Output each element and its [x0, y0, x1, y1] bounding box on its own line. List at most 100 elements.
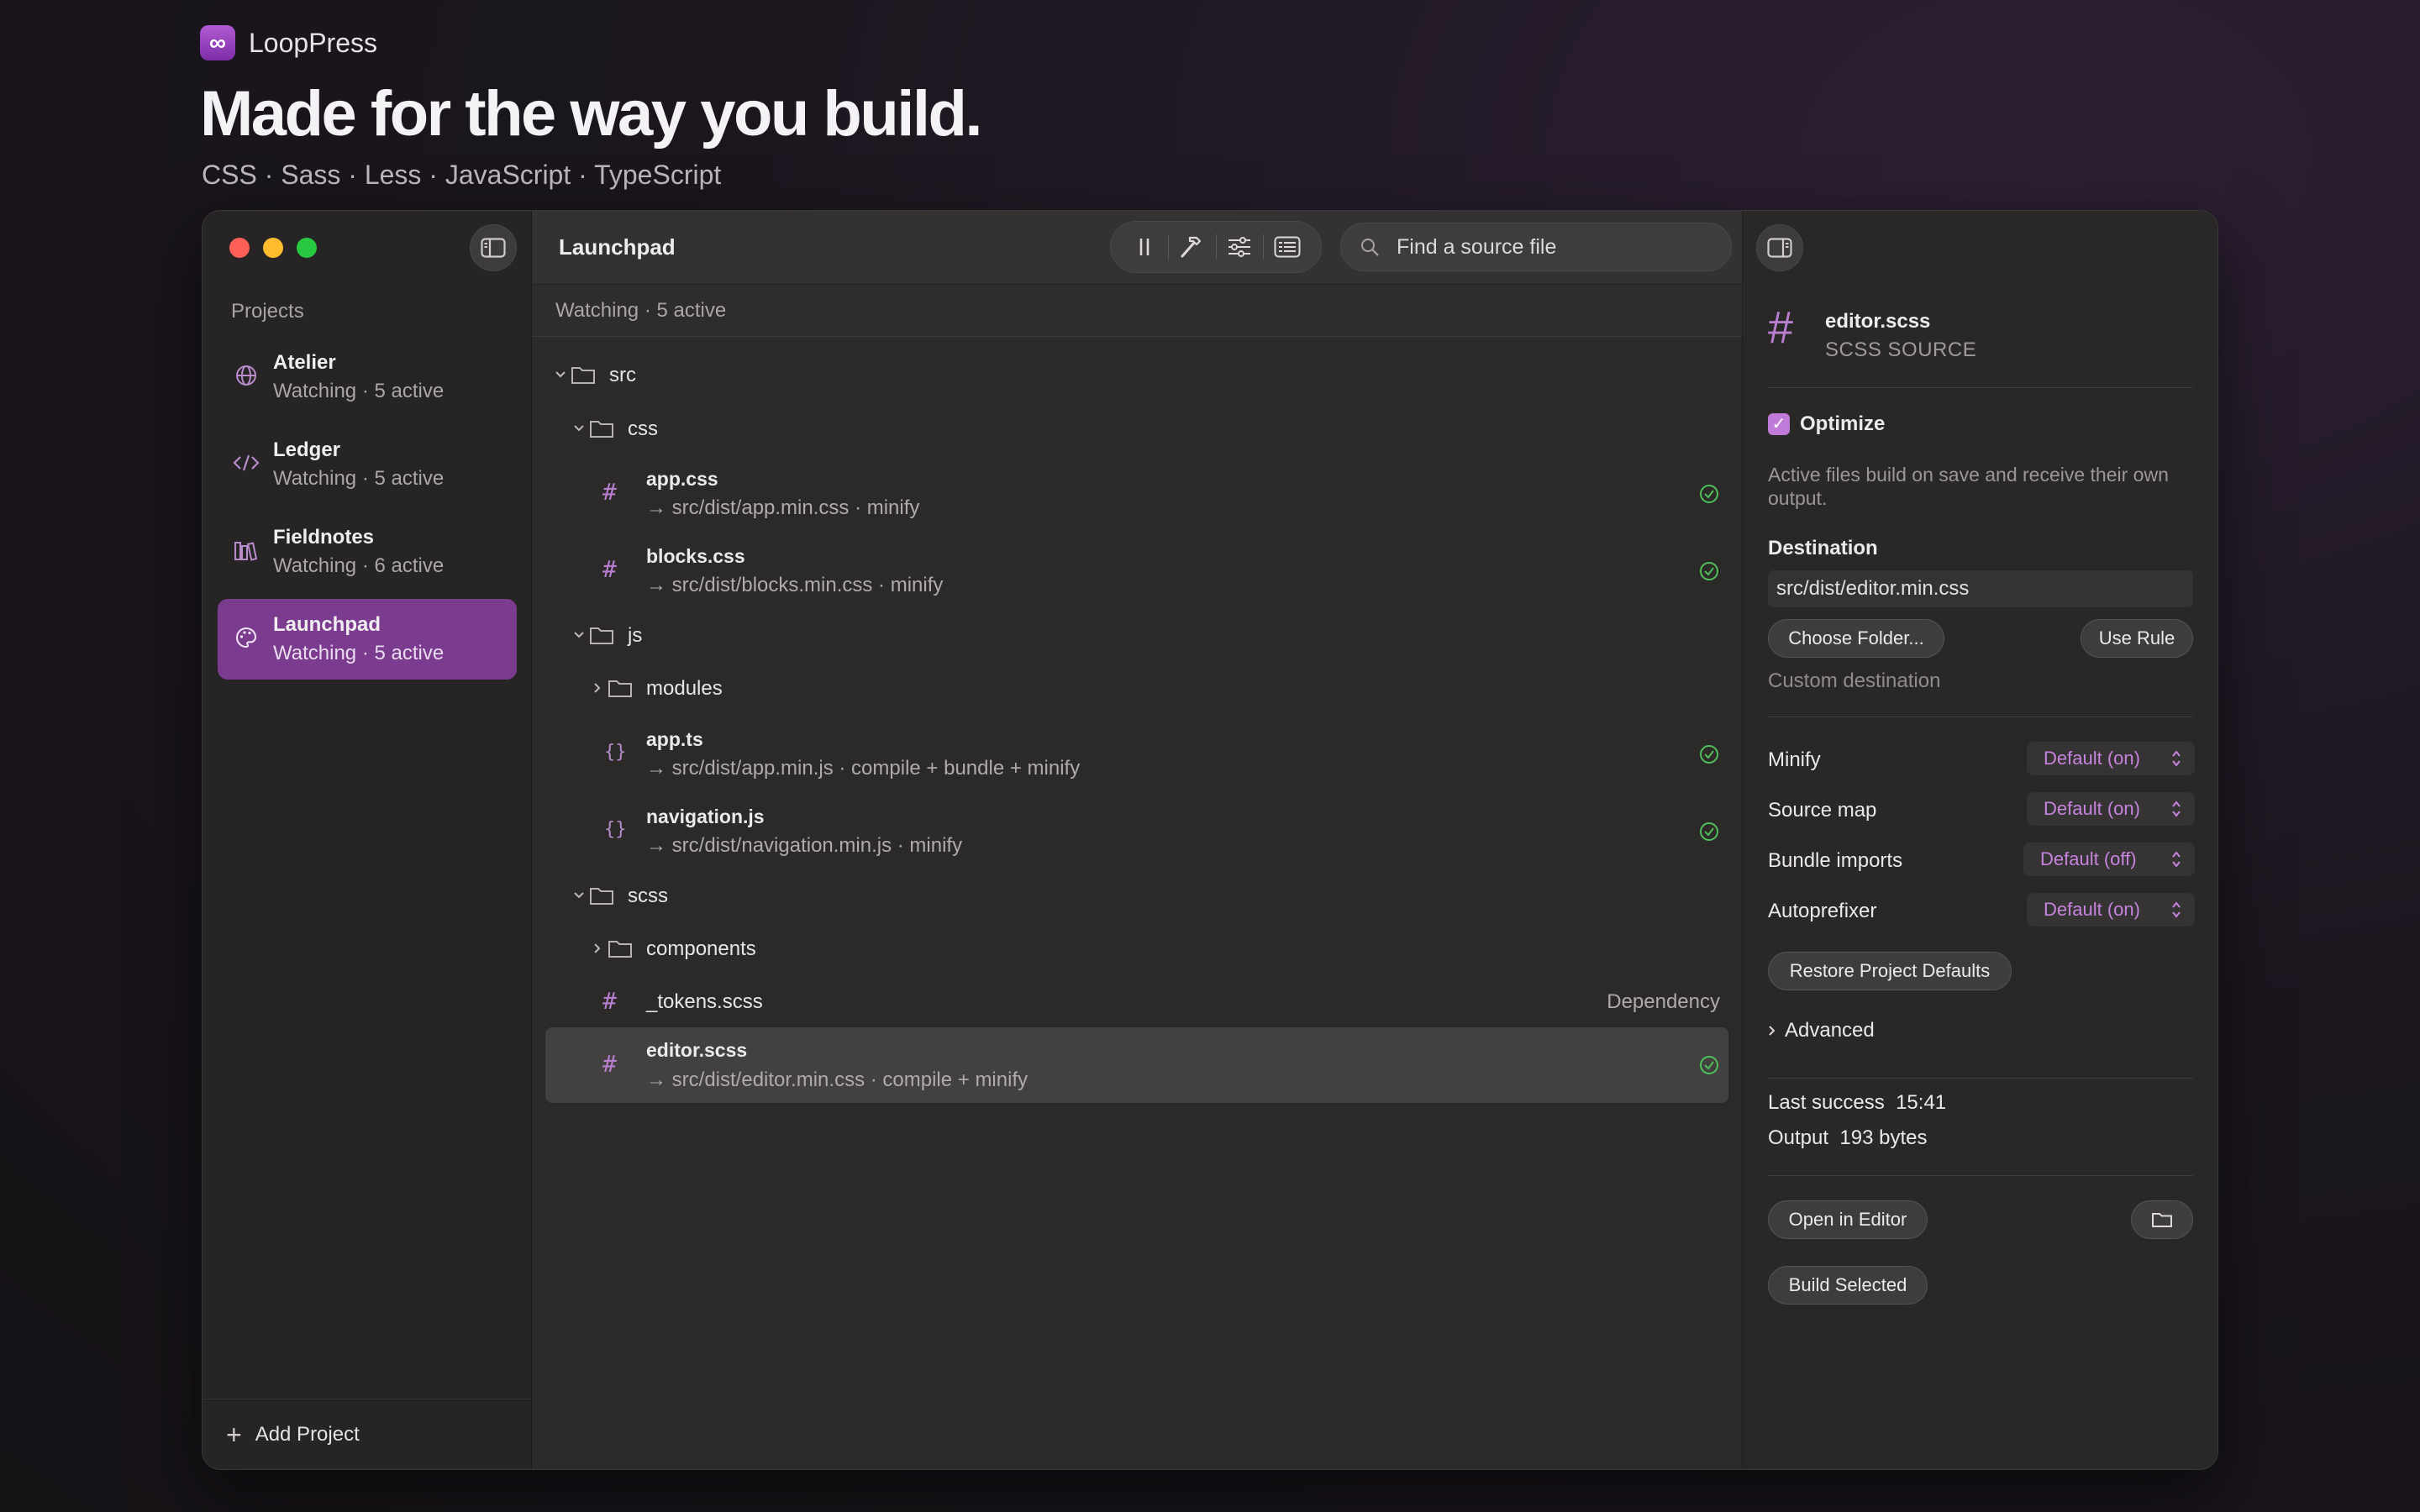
chevron-down-icon[interactable]: [571, 887, 587, 904]
tree-file-app-css[interactable]: # app.css → src/dist/app.min.css · minif…: [545, 461, 1728, 525]
autoprefixer-select[interactable]: Default (on): [2027, 893, 2195, 927]
hash-icon: #: [602, 1050, 617, 1078]
palette-icon: [233, 624, 260, 651]
advanced-disclosure[interactable]: Advanced: [1768, 1019, 1875, 1042]
chevron-down-icon[interactable]: [552, 366, 569, 383]
tree-folder-modules[interactable]: modules: [545, 672, 1728, 704]
chevron-down-icon[interactable]: [571, 420, 587, 437]
project-status: Watching · 5 active: [273, 467, 445, 490]
hero-subtitle: CSS · Sass · Less · JavaScript · TypeScr…: [202, 160, 722, 190]
optimize-checkbox[interactable]: ✓: [1768, 413, 1790, 435]
project-name: Ledger: [273, 438, 341, 461]
source-map-select[interactable]: Default (on): [2027, 792, 2195, 826]
file-output: → src/dist/app.min.css · minify: [646, 496, 920, 519]
chevron-right-icon[interactable]: [589, 680, 606, 696]
search-field[interactable]: [1340, 223, 1732, 271]
sidebar-right-icon: [1767, 238, 1792, 258]
file-name: editor.scss: [646, 1039, 748, 1061]
project-name: Atelier: [273, 351, 336, 374]
file-name: app.ts: [646, 728, 703, 750]
chevron-updown-icon: [2172, 801, 2181, 817]
sidebar-item-launchpad[interactable]: Launchpad Watching · 5 active: [218, 599, 517, 680]
file-output: → src/dist/app.min.js · compile + bundle…: [646, 757, 1081, 780]
brand-name: LoopPress: [249, 27, 377, 58]
folder-icon: [590, 627, 613, 644]
tree-folder-src[interactable]: src: [545, 359, 1728, 391]
braces-icon: {}: [604, 819, 627, 840]
minimize-window-button[interactable]: [263, 238, 283, 258]
close-window-button[interactable]: [229, 238, 250, 258]
tree-folder-css[interactable]: css: [545, 412, 1728, 444]
success-check-icon: [1700, 485, 1718, 503]
scss-file-icon: #: [1768, 302, 1794, 353]
toggle-sidebar-button[interactable]: [470, 224, 517, 271]
window-controls: [229, 238, 317, 258]
pause-icon: [1139, 239, 1150, 255]
search-icon: [1361, 239, 1379, 256]
hammer-icon: [1181, 236, 1201, 258]
bundle-imports-select[interactable]: Default (off): [2023, 843, 2195, 876]
tree-folder-js[interactable]: js: [545, 619, 1728, 651]
file-output: → src/dist/editor.min.css · compile + mi…: [646, 1068, 1028, 1091]
source-map-label: Source map: [1768, 799, 1877, 822]
optimize-toggle[interactable]: ✓ Optimize: [1768, 412, 1885, 436]
add-project-button[interactable]: + Add Project: [203, 1399, 531, 1469]
folder-name: css: [628, 417, 658, 440]
plus-icon: +: [226, 1419, 242, 1450]
choose-folder-button[interactable]: Choose Folder...: [1768, 619, 1944, 658]
file-name: app.css: [646, 468, 718, 490]
zoom-window-button[interactable]: [297, 238, 317, 258]
chevron-right-icon[interactable]: [589, 940, 606, 957]
open-in-editor-button[interactable]: Open in Editor: [1768, 1200, 1928, 1239]
inspector-panel: # editor.scss SCSS SOURCE ✓ Optimize Act…: [1742, 211, 2217, 1469]
last-success-label: Last success: [1768, 1091, 1885, 1114]
watch-status: Watching · 5 active: [532, 285, 1742, 337]
autoprefixer-value: Default (on): [2044, 899, 2140, 920]
bundle-imports-value: Default (off): [2040, 848, 2137, 869]
optimize-label: Optimize: [1800, 412, 1886, 435]
log-button[interactable]: [1264, 226, 1311, 268]
output-value: 193 bytes: [1839, 1126, 1928, 1149]
pause-button[interactable]: [1121, 226, 1168, 268]
build-button[interactable]: [1169, 226, 1216, 268]
tree-file-navigation-js[interactable]: {} navigation.js → src/dist/navigation.m…: [545, 799, 1728, 863]
project-status: Watching · 6 active: [273, 554, 445, 577]
sidebar-left-icon: [481, 238, 506, 258]
sidebar-item-fieldnotes[interactable]: Fieldnotes Watching · 6 active: [218, 512, 517, 592]
sidebar-item-ledger[interactable]: Ledger Watching · 5 active: [218, 424, 517, 505]
tree-file-app-ts[interactable]: {} app.ts → src/dist/app.min.js · compil…: [545, 722, 1728, 785]
last-success-value: 15:41: [1896, 1091, 1947, 1114]
divider: [1768, 387, 2193, 388]
tree-file-tokens-scss[interactable]: # _tokens.scss Dependency: [545, 985, 1728, 1019]
minify-select[interactable]: Default (on): [2027, 742, 2195, 775]
tree-folder-scss[interactable]: scss: [545, 879, 1728, 911]
search-input[interactable]: [1397, 234, 1716, 260]
main-toolbar: Launchpad: [532, 211, 1742, 285]
divider: [1768, 1175, 2193, 1176]
file-name: _tokens.scss: [646, 990, 763, 1013]
success-check-icon: [1700, 745, 1718, 764]
chevron-down-icon[interactable]: [571, 627, 587, 643]
tree-file-blocks-css[interactable]: # blocks.css → src/dist/blocks.min.css ·…: [545, 538, 1728, 602]
build-selected-button[interactable]: Build Selected: [1768, 1266, 1928, 1305]
folder-icon: [590, 421, 613, 438]
hash-icon: #: [602, 478, 617, 506]
custom-destination-label: Custom destination: [1768, 669, 1941, 692]
divider: [1768, 1078, 2193, 1079]
toggle-inspector-button[interactable]: [1756, 224, 1803, 271]
minify-label: Minify: [1768, 748, 1821, 771]
project-name: Fieldnotes: [273, 526, 375, 549]
output-size: Output 193 bytes: [1768, 1126, 1927, 1150]
sidebar-item-atelier[interactable]: Atelier Watching · 5 active: [218, 337, 517, 417]
restore-defaults-button[interactable]: Restore Project Defaults: [1768, 952, 2012, 990]
tree-folder-components[interactable]: components: [545, 932, 1728, 964]
settings-button[interactable]: [1217, 226, 1264, 268]
chevron-updown-icon: [2172, 750, 2181, 767]
use-rule-button[interactable]: Use Rule: [2081, 619, 2193, 658]
reveal-folder-button[interactable]: [2131, 1200, 2193, 1239]
destination-label: Destination: [1768, 537, 1878, 559]
tree-file-editor-scss[interactable]: # editor.scss → src/dist/editor.min.css …: [545, 1027, 1728, 1103]
success-check-icon: [1700, 1056, 1718, 1074]
destination-field[interactable]: [1768, 570, 2193, 607]
inspector-file-type: SCSS SOURCE: [1825, 339, 1977, 361]
